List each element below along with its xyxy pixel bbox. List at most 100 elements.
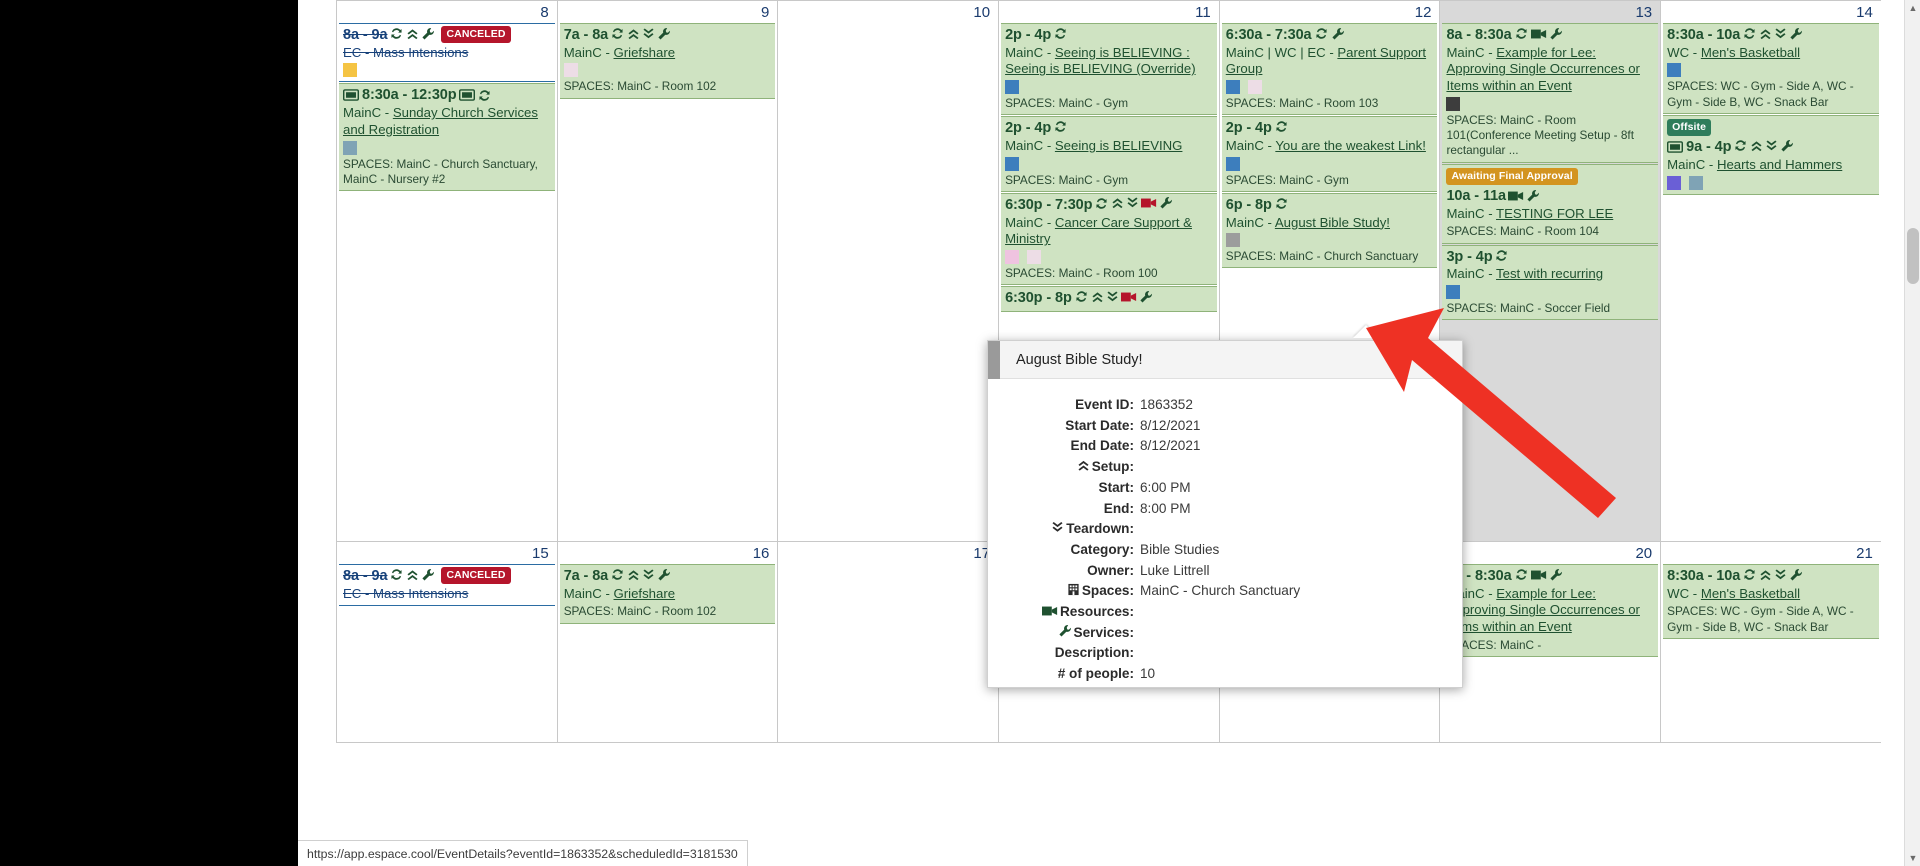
event-spaces: SPACES: MainC - Soccer Field [1446, 301, 1654, 316]
color-swatch [343, 141, 357, 155]
popup-label-text: # of people: [1058, 666, 1134, 681]
calendar-day-cell[interactable]: 218:30a - 10aWC - Men's BasketballSPACES… [1660, 542, 1881, 742]
event-time-row: 6:30p - 7:30p [1005, 196, 1213, 215]
event-title-row: MainC - Seeing is BELIEVING [1005, 138, 1213, 155]
calendar-event[interactable]: Offsite9a - 4pMainC - Hearts and Hammers [1663, 115, 1879, 195]
calendar-event[interactable]: 2p - 4p MainC - You are the weakest Link!… [1222, 116, 1438, 192]
calendar-day-cell[interactable]: 97a - 8aMainC - GriefshareSPACES: MainC … [557, 1, 778, 541]
event-title-link[interactable]: Mass Intensions [373, 586, 468, 601]
event-title-row: MainC - Example for Lee: Approving Singl… [1446, 586, 1654, 637]
popup-label-text: Teardown: [1066, 521, 1134, 536]
color-swatch [1689, 176, 1703, 190]
event-title-link[interactable]: Griefshare [614, 586, 676, 601]
event-location-prefix: EC - [343, 45, 373, 60]
popup-detail-value: Luke Littrell [1140, 561, 1210, 582]
day-number: 9 [558, 1, 778, 23]
event-title-link[interactable]: Test with recurring [1496, 266, 1603, 281]
event-title-link[interactable]: You are the weakest Link! [1275, 138, 1426, 153]
event-title-link[interactable]: Men's Basketball [1701, 586, 1800, 601]
calendar-event[interactable]: 6:30a - 7:30a MainC | WC | EC - Parent Su… [1222, 23, 1438, 115]
event-time-row: 6p - 8p [1226, 196, 1434, 215]
event-time: 2p - 4p [1226, 120, 1272, 136]
event-time: 8:30a - 10a [1667, 27, 1740, 43]
event-title-link[interactable]: Hearts and Hammers [1717, 157, 1842, 172]
event-time: 8a - 8:30a [1446, 27, 1511, 43]
event-title-link[interactable]: August Bible Study! [1275, 215, 1390, 230]
event-color-swatches [1005, 250, 1213, 264]
calendar-event[interactable]: 6:30p - 8p [1001, 286, 1217, 312]
calendar-day-cell[interactable]: 10 [777, 1, 998, 541]
calendar-event[interactable]: 7a - 8aMainC - GriefshareSPACES: MainC -… [560, 564, 776, 624]
setup-icon [1091, 290, 1104, 304]
popup-detail-value: 10 [1140, 664, 1155, 685]
event-title-row: MainC - You are the weakest Link! [1226, 138, 1434, 155]
calendar-event[interactable]: 2p - 4pMainC - Seeing is BELIEVINGSPACES… [1001, 116, 1217, 192]
popup-detail-value: 1863352 [1140, 395, 1193, 416]
calendar-event[interactable]: 8:30a - 12:30pMainC - Sunday Church Serv… [339, 83, 555, 191]
calendar-day-cell[interactable]: 148:30a - 10aWC - Men's BasketballSPACES… [1660, 1, 1881, 541]
video-icon [1121, 291, 1137, 303]
popup-detail-row: Spaces:MainC - Church Sanctuary [998, 581, 1452, 602]
event-time: 2p - 4p [1005, 27, 1051, 43]
color-swatch [1005, 80, 1019, 94]
event-title-link[interactable]: TESTING FOR LEE [1496, 206, 1613, 221]
calendar-event[interactable]: Awaiting Final Approval10a - 11aMainC - … [1442, 164, 1658, 244]
popup-detail-row: Services: [998, 623, 1452, 644]
event-title-row: MainC - Example for Lee: Approving Singl… [1446, 45, 1654, 96]
popup-drag-handle[interactable] [988, 341, 1000, 379]
popup-detail-label: Services: [998, 623, 1140, 644]
event-title-link[interactable]: Men's Basketball [1701, 45, 1800, 60]
calendar-day-cell[interactable]: 167a - 8aMainC - GriefshareSPACES: MainC… [557, 542, 778, 742]
event-location-prefix: MainC - [1005, 45, 1055, 60]
event-title-link[interactable]: Seeing is BELIEVING [1055, 138, 1183, 153]
calendar-event[interactable]: 3p - 4pMainC - Test with recurringSPACES… [1442, 245, 1658, 321]
event-time: 6:30a - 7:30a [1226, 27, 1312, 43]
event-icon-group [389, 26, 435, 41]
recurring-icon [610, 26, 625, 41]
event-title-row: MainC | WC | EC - Parent Support Group [1226, 45, 1434, 79]
calendar-event[interactable]: 8a - 9aCANCELEDEC - Mass Intensions [339, 23, 555, 82]
calendar-event[interactable]: 2p - 4pMainC - Seeing is BELIEVING : See… [1001, 23, 1217, 115]
event-spaces: SPACES: MainC - Gym [1005, 173, 1213, 188]
event-details-popup[interactable]: August Bible Study! Event ID:1863352Star… [987, 340, 1463, 688]
calendar-day-cell[interactable]: 158a - 9aCANCELEDEC - Mass Intensions [336, 542, 557, 742]
popup-detail-row: Setup: [998, 457, 1452, 478]
wrench-icon [657, 568, 671, 582]
calendar-event[interactable]: 8a - 9aCANCELEDEC - Mass Intensions [339, 564, 555, 606]
recurring-icon [1742, 567, 1757, 582]
event-time: 3p - 4p [1446, 249, 1492, 265]
popup-detail-row: Start:6:00 PM [998, 478, 1452, 499]
calendar-event[interactable]: 8a - 8:30a MainC - Example for Lee: Appro… [1442, 23, 1658, 163]
popup-detail-row: Teardown: [998, 519, 1452, 540]
registration-icon [459, 89, 475, 101]
event-title-link[interactable]: Griefshare [614, 45, 676, 60]
setup-icon [627, 27, 640, 41]
calendar-event[interactable]: 7a - 8aMainC - GriefshareSPACES: MainC -… [560, 23, 776, 99]
calendar-event[interactable]: 6:30p - 7:30pMainC - Cancer Care Support… [1001, 193, 1217, 285]
scroll-down-button[interactable]: ▼ [1905, 850, 1920, 866]
color-swatch [1005, 250, 1019, 264]
event-color-swatches [564, 63, 772, 77]
recurring-icon [1514, 567, 1529, 582]
event-color-swatches [1005, 80, 1213, 94]
event-icon-group [1074, 289, 1153, 304]
popup-label-text: Start Date: [1065, 418, 1134, 433]
color-swatch [1667, 63, 1681, 77]
calendar-event[interactable]: 8:30a - 10aWC - Men's BasketballSPACES: … [1663, 564, 1879, 639]
scroll-thumb[interactable] [1907, 228, 1919, 284]
page-scrollbar[interactable]: ▲ ▼ [1904, 0, 1920, 866]
popup-label-text: Spaces: [1082, 583, 1134, 598]
event-time-row: 3p - 4p [1446, 248, 1654, 267]
calendar-event[interactable]: 6p - 8pMainC - August Bible Study!SPACES… [1222, 193, 1438, 269]
event-color-swatches [1005, 157, 1213, 171]
event-spaces: SPACES: MainC - Church Sanctuary, MainC … [343, 157, 551, 187]
calendar-day-cell[interactable]: 88a - 9aCANCELEDEC - Mass Intensions8:30… [336, 1, 557, 541]
day-number: 20 [1440, 542, 1660, 564]
event-title-link[interactable]: Mass Intensions [373, 45, 468, 60]
calendar-day-cell[interactable]: 17 [777, 542, 998, 742]
calendar-day-cell[interactable]: 138a - 8:30aMainC - Example for Lee: App… [1439, 1, 1660, 541]
calendar-day-cell[interactable]: 208a - 8:30aMainC - Example for Lee: App… [1439, 542, 1660, 742]
calendar-event[interactable]: 8a - 8:30aMainC - Example for Lee: Appro… [1442, 564, 1658, 657]
scroll-up-button[interactable]: ▲ [1905, 0, 1920, 16]
calendar-event[interactable]: 8:30a - 10aWC - Men's BasketballSPACES: … [1663, 23, 1879, 114]
